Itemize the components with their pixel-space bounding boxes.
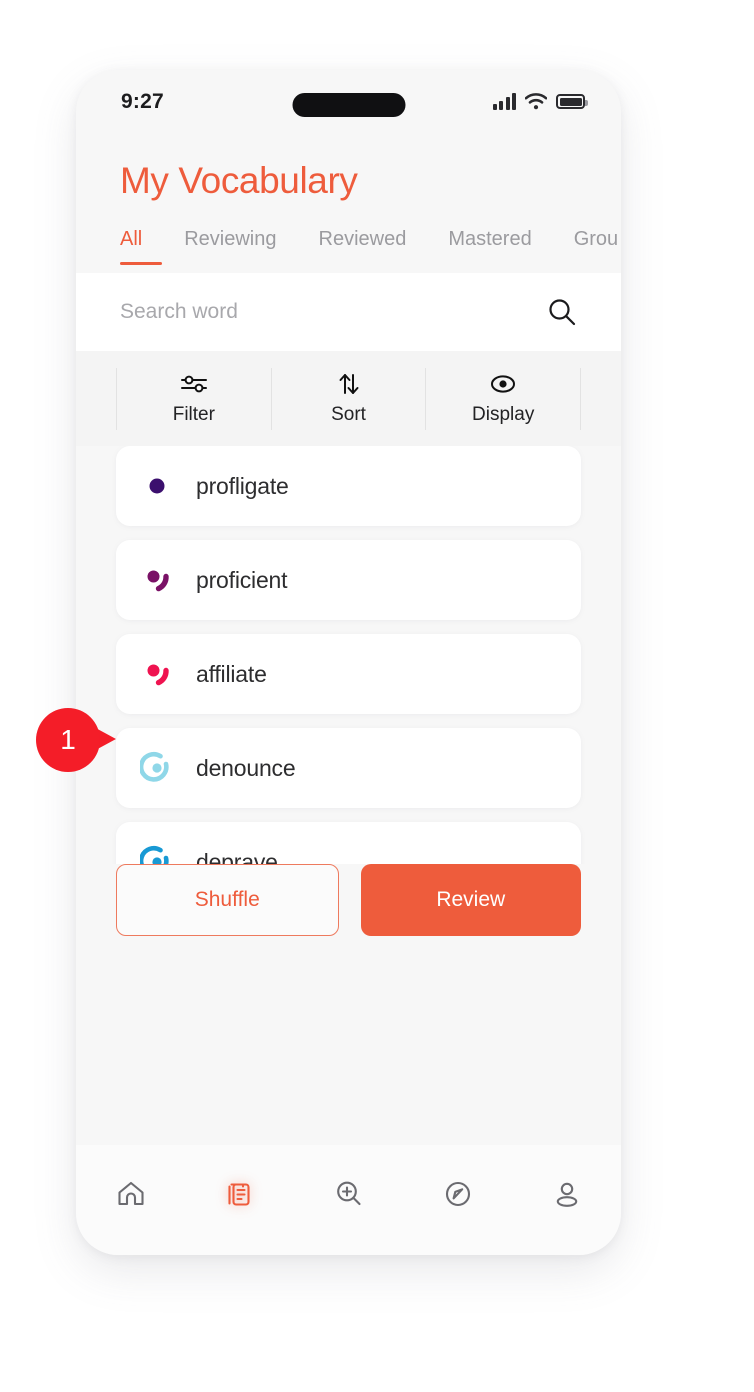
tab-mastered[interactable]: Mastered [448, 228, 531, 265]
annotation-badge: 1 [36, 708, 100, 772]
zoom-in-icon [332, 1177, 366, 1211]
wifi-icon [525, 93, 547, 110]
display-button[interactable]: Display [425, 368, 581, 430]
word-label: proficient [196, 567, 287, 594]
search-icon[interactable] [547, 297, 577, 327]
status-bar: 9:27 [76, 70, 621, 132]
tab-bar[interactable]: All Reviewing Reviewed Mastered Grou [76, 202, 621, 265]
sort-arrows-icon [337, 372, 361, 396]
sort-label: Sort [331, 404, 366, 426]
tab-groups[interactable]: Grou [574, 228, 618, 265]
battery-icon [556, 94, 585, 109]
signal-bars-icon [493, 93, 517, 110]
word-label: profligate [196, 473, 289, 500]
nav-item-discover[interactable] [294, 1169, 403, 1219]
word-row-denounce[interactable]: denounce [116, 728, 581, 808]
compass-icon [441, 1177, 475, 1211]
word-row-profligate[interactable]: profligate [116, 446, 581, 526]
status-time: 9:27 [121, 90, 164, 114]
progress-quarter-icon [140, 657, 174, 691]
nav-item-home[interactable] [76, 1169, 185, 1219]
action-bar: Shuffle Review [76, 864, 621, 960]
phone-frame: 9:27 My Vocabulary All Reviewing Reviewe… [76, 70, 621, 1255]
search-bar[interactable] [76, 273, 621, 351]
filter-label: Filter [173, 404, 215, 426]
sliders-icon [181, 372, 207, 396]
dynamic-island [292, 93, 405, 117]
display-label: Display [472, 404, 534, 426]
sort-button[interactable]: Sort [271, 368, 426, 430]
eye-icon [489, 372, 517, 396]
screenshot-root: 9:27 My Vocabulary All Reviewing Reviewe… [0, 0, 754, 1392]
documents-icon [223, 1177, 257, 1211]
review-button[interactable]: Review [361, 864, 582, 936]
status-icons [493, 93, 586, 110]
filter-button[interactable]: Filter [116, 368, 271, 430]
search-input[interactable] [120, 300, 547, 324]
tab-all[interactable]: All [120, 228, 142, 265]
word-label: deprave [196, 849, 278, 865]
word-row-affiliate[interactable]: affiliate [116, 634, 581, 714]
word-label: affiliate [196, 661, 267, 688]
word-row-proficient[interactable]: proficient [116, 540, 581, 620]
list-toolbar: Filter Sort [76, 351, 621, 446]
nav-item-vocabulary[interactable] [185, 1169, 294, 1219]
progress-quarter-icon [140, 563, 174, 597]
word-list[interactable]: profligate proficient affiliate [76, 446, 621, 864]
shuffle-button[interactable]: Shuffle [116, 864, 339, 936]
progress-dot-icon [140, 469, 174, 503]
person-icon [550, 1177, 584, 1211]
progress-ring-icon [140, 845, 174, 864]
word-row-deprave[interactable]: deprave [116, 822, 581, 864]
tab-reviewed[interactable]: Reviewed [319, 228, 407, 265]
bottom-navigation [76, 1145, 621, 1255]
home-icon [114, 1177, 148, 1211]
progress-ring-icon [140, 751, 174, 785]
page-title: My Vocabulary [76, 132, 621, 202]
tab-reviewing[interactable]: Reviewing [184, 228, 276, 265]
nav-item-profile[interactable] [512, 1169, 621, 1219]
word-label: denounce [196, 755, 295, 782]
nav-item-explore[interactable] [403, 1169, 512, 1219]
